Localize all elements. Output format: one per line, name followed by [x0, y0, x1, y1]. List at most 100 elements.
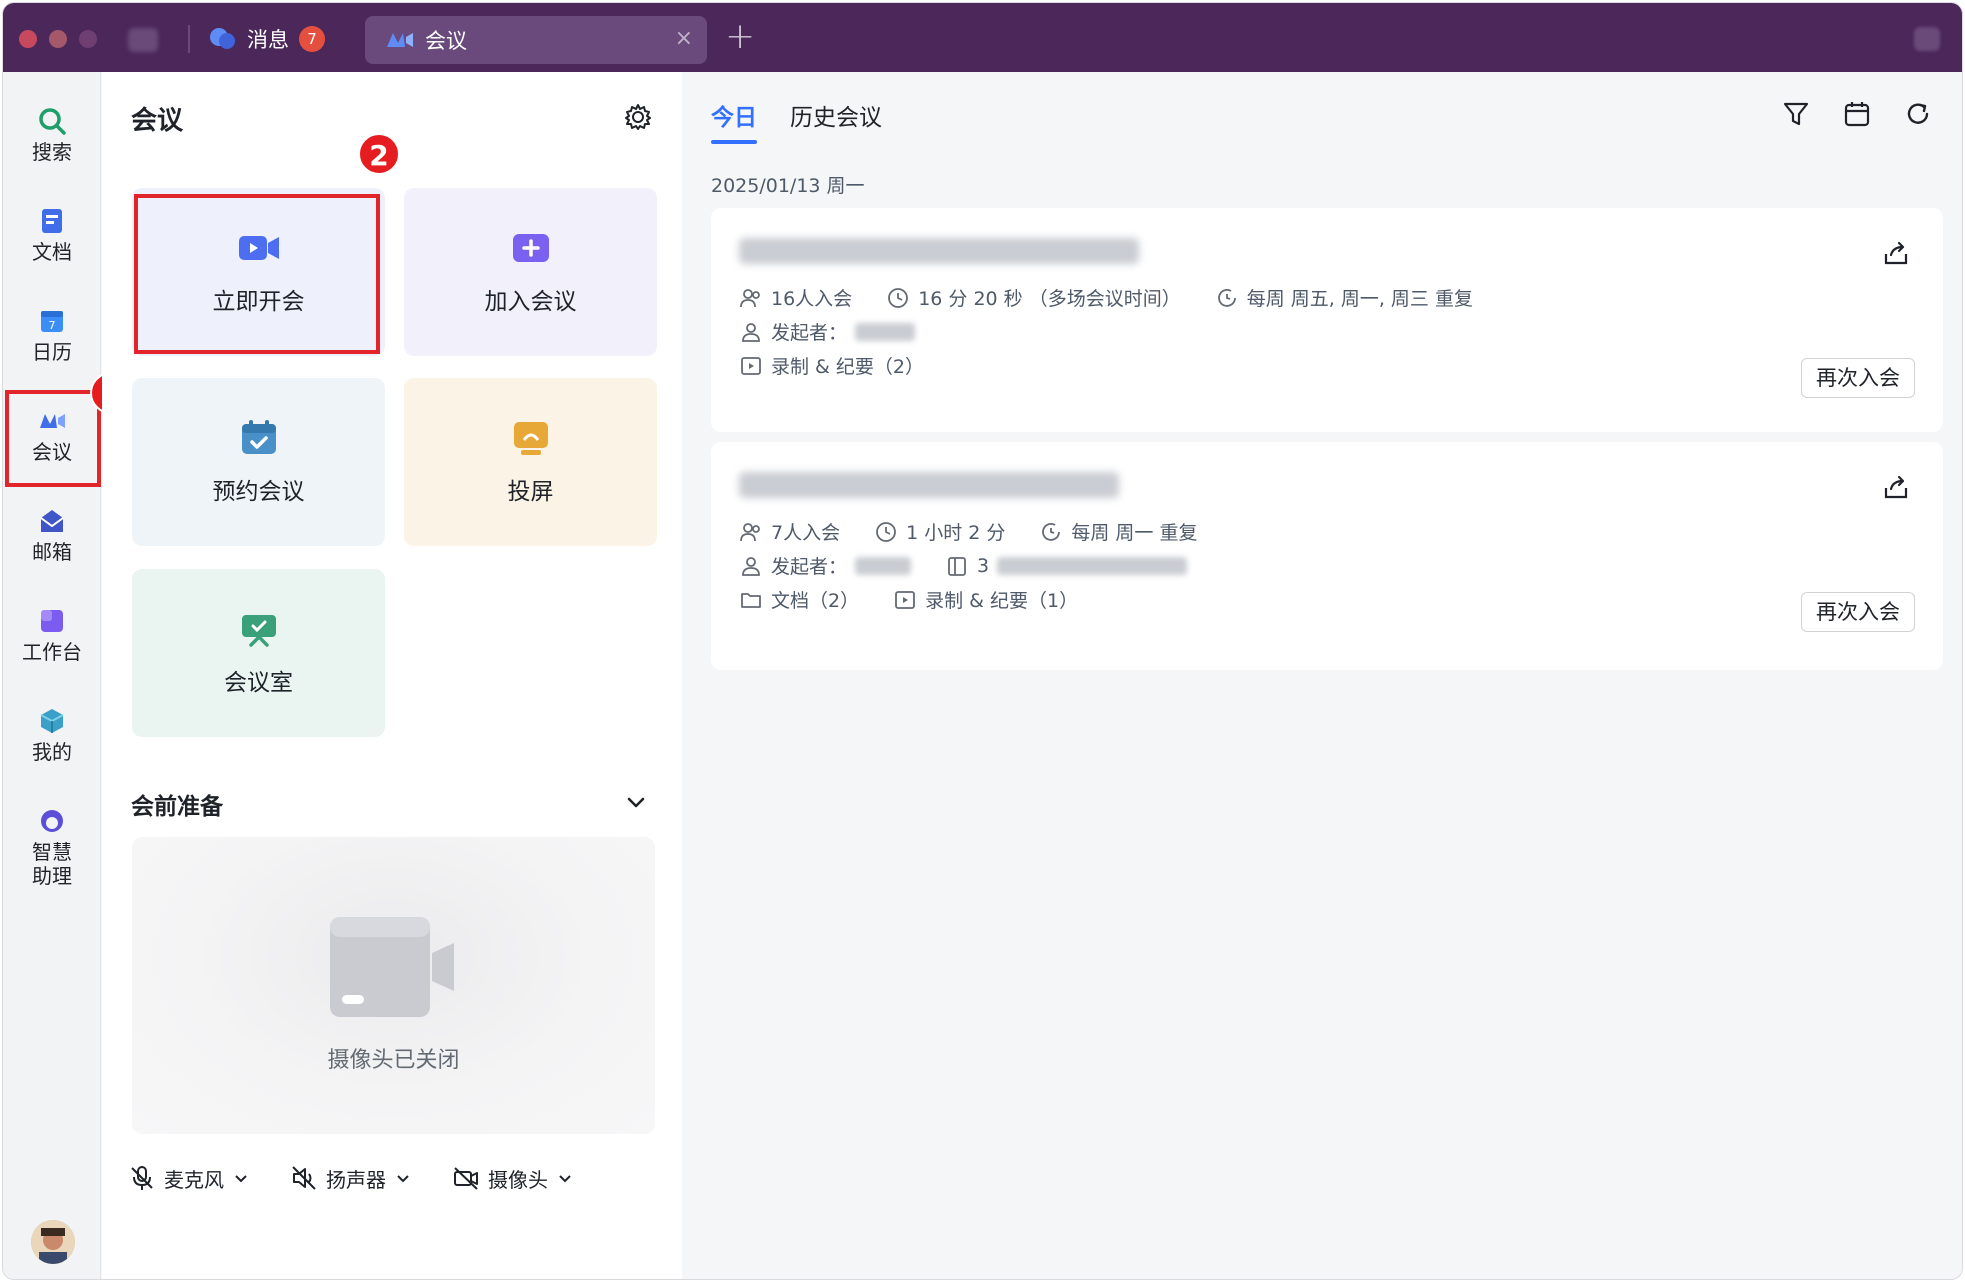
- schedule-meeting-label: 预约会议: [212, 479, 305, 505]
- documents-link[interactable]: 文档（2）: [739, 586, 859, 613]
- filter-icon[interactable]: [1781, 99, 1811, 129]
- prep-section-title: 会前准备: [131, 794, 223, 820]
- nav-assistant-label: 智慧 助理: [32, 840, 72, 888]
- blurred-titlebar-icon: [1914, 27, 1940, 51]
- refresh-icon[interactable]: [1903, 99, 1933, 129]
- camera-toggle[interactable]: 摄像头: [452, 1164, 574, 1193]
- organizer-row: 发起者：: [739, 318, 949, 345]
- nav-mail-label: 邮箱: [32, 540, 72, 564]
- chevron-down-icon: [235, 1175, 247, 1183]
- meeting-duration: 1 小时 2 分: [874, 518, 1005, 545]
- blurred-meeting-title: [739, 472, 1119, 498]
- chevron-down-icon: [397, 1175, 409, 1183]
- meeting-room-icon: [241, 615, 276, 647]
- nav-workbench-label: 工作台: [22, 640, 82, 664]
- organizer-row: 发起者： 3: [739, 552, 1221, 579]
- tab-history[interactable]: 历史会议: [790, 98, 882, 132]
- meeting-repeat: 每周 周五, 周一, 周三 重复: [1215, 284, 1473, 311]
- join-plus-icon: [512, 234, 549, 262]
- repeat-clock-icon: [1042, 522, 1061, 541]
- meeting-card[interactable]: 7人入会 1 小时 2 分 每周 周一 重复 发起者： 3 文档（2） 录制 &…: [711, 442, 1943, 670]
- meeting-repeat: 每周 周一 重复: [1039, 518, 1197, 545]
- nav-mine-label: 我的: [32, 740, 72, 764]
- nav-docs[interactable]: 文档: [3, 206, 101, 264]
- avatar[interactable]: [31, 1220, 75, 1264]
- gear-icon[interactable]: [623, 102, 653, 132]
- room-icon: [948, 556, 966, 576]
- duration-text: 1 小时 2 分: [906, 522, 1006, 544]
- meeting-card[interactable]: 16人入会 16 分 20 秒 （多场会议时间） 每周 周五, 周一, 周三 重…: [711, 208, 1943, 432]
- speaker-toggle[interactable]: 扬声器: [290, 1164, 412, 1193]
- tab-meetings-label: 会议: [425, 29, 467, 53]
- schedule-meeting-button[interactable]: 预约会议: [132, 378, 385, 546]
- speaker-label: 扬声器: [326, 1167, 386, 1192]
- attachments-row: 文档（2） 录制 & 纪要（1）: [739, 586, 1112, 613]
- meeting-panel: 会议 立即开会 加入会议 预约会议 投屏 会议室 2 会前准备 摄像头已关闭 麦…: [102, 72, 682, 1279]
- attendee-count-text: 7人入会: [771, 522, 841, 544]
- active-tab-indicator: [711, 140, 757, 144]
- people-icon: [740, 522, 760, 541]
- share-icon[interactable]: [1881, 472, 1911, 502]
- nav-mail[interactable]: 邮箱: [3, 506, 101, 564]
- highlight-box-meetings: [5, 390, 101, 487]
- close-tab-icon[interactable]: ×: [675, 28, 693, 50]
- nav-calendar[interactable]: 7 日历: [3, 306, 101, 364]
- close-window-button[interactable]: [19, 30, 37, 48]
- people-icon: [740, 288, 760, 307]
- camera-label: 摄像头: [488, 1167, 548, 1192]
- play-icon: [895, 590, 915, 609]
- nav-search-label: 搜索: [32, 140, 72, 164]
- recording-notes-link[interactable]: 录制 & 纪要（1）: [893, 586, 1078, 613]
- chevron-down-icon: [559, 1175, 571, 1183]
- nav-search[interactable]: 搜索: [3, 106, 101, 164]
- left-nav-rail: 搜索 文档 7 日历 会议 邮箱 工作台 我的 智慧 助理: [3, 72, 132, 1279]
- screen-cast-button[interactable]: 投屏: [404, 378, 657, 546]
- rejoin-button[interactable]: 再次入会: [1801, 358, 1915, 398]
- join-meeting-button[interactable]: 加入会议: [404, 188, 657, 356]
- tab-messages[interactable]: 消息 7: [209, 19, 325, 59]
- organizer: 发起者：: [739, 552, 912, 579]
- tab-today[interactable]: 今日: [711, 98, 757, 132]
- meeting-meta-row: 7人入会 1 小时 2 分 每周 周一 重复: [739, 518, 1231, 545]
- person-icon: [742, 322, 760, 342]
- step-marker-2: 2: [358, 133, 400, 175]
- add-tab-button[interactable]: +: [725, 17, 755, 57]
- meeting-room-label: 会议室: [224, 670, 293, 696]
- blurred-organizer-name: [855, 322, 916, 341]
- share-icon[interactable]: [1881, 238, 1911, 268]
- minimize-window-button[interactable]: [49, 30, 67, 48]
- repeat-text: 每周 周一 重复: [1071, 522, 1198, 544]
- blurred-meeting-title: [739, 238, 1139, 264]
- attendee-count: 7人入会: [739, 518, 840, 545]
- microphone-toggle[interactable]: 麦克风: [128, 1164, 250, 1193]
- meeting-list-panel: 今日 历史会议 2025/01/13 周一 16人入会 16 分 20 秒 （多…: [683, 72, 1962, 1279]
- nav-mine[interactable]: 我的: [3, 706, 101, 764]
- recording-notes-link[interactable]: 录制 & 纪要（2）: [739, 352, 924, 379]
- zoom-window-button[interactable]: [79, 30, 97, 48]
- folder-icon: [741, 592, 761, 608]
- nav-workbench[interactable]: 工作台: [3, 606, 101, 664]
- duration-text: 16 分 20 秒 （多场会议时间）: [918, 288, 1181, 310]
- title-bar: 消息 7 会议 × +: [3, 3, 1962, 72]
- tab-meetings[interactable]: 会议 ×: [365, 16, 707, 64]
- rejoin-button[interactable]: 再次入会: [1801, 592, 1915, 632]
- repeat-text: 每周 周五, 周一, 周三 重复: [1246, 288, 1473, 310]
- highlight-box-start-meeting: [134, 194, 380, 354]
- nav-assistant[interactable]: 智慧 助理: [3, 806, 101, 888]
- calendar-icon[interactable]: [1842, 99, 1872, 129]
- cast-screen-icon: [513, 422, 548, 455]
- panel-title: 会议: [131, 106, 184, 136]
- camera-off-illustration-icon: [330, 917, 454, 1017]
- svg-text:7: 7: [49, 319, 56, 332]
- join-meeting-label: 加入会议: [484, 289, 577, 315]
- app-window: 消息 7 会议 × + 搜索 文档 7 日历 会议 邮箱 工作台 我的 智慧 助…: [2, 2, 1963, 1280]
- blurred-icon: [128, 28, 158, 52]
- cube-icon: [40, 709, 64, 733]
- assistant-icon: [41, 810, 63, 832]
- microphone-muted-icon: [131, 1166, 153, 1190]
- room-prefix: 3: [977, 554, 990, 577]
- chevron-down-icon[interactable]: [624, 790, 648, 814]
- camera-preview: 摄像头已关闭: [132, 837, 655, 1134]
- meeting-room-button[interactable]: 会议室: [132, 569, 385, 737]
- attendee-count: 16人入会: [739, 284, 852, 311]
